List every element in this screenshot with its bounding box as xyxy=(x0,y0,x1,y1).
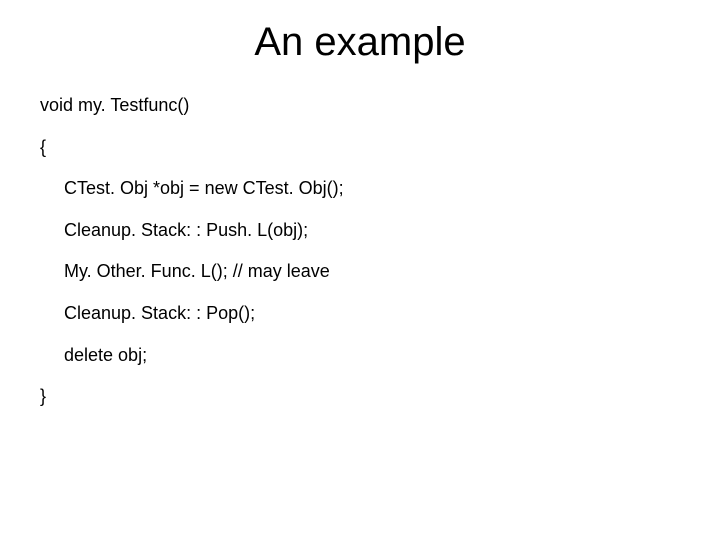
code-line-1: void my. Testfunc() xyxy=(40,95,680,117)
code-line-2: { xyxy=(40,137,680,159)
code-line-7: delete obj; xyxy=(40,345,680,367)
code-line-4: Cleanup. Stack: : Push. L(obj); xyxy=(40,220,680,242)
slide-title: An example xyxy=(40,20,680,65)
code-line-3: CTest. Obj *obj = new CTest. Obj(); xyxy=(40,178,680,200)
code-line-6: Cleanup. Stack: : Pop(); xyxy=(40,303,680,325)
slide: An example void my. Testfunc() { CTest. … xyxy=(0,0,720,540)
code-line-8: } xyxy=(40,386,680,408)
code-line-5: My. Other. Func. L(); // may leave xyxy=(40,261,680,283)
